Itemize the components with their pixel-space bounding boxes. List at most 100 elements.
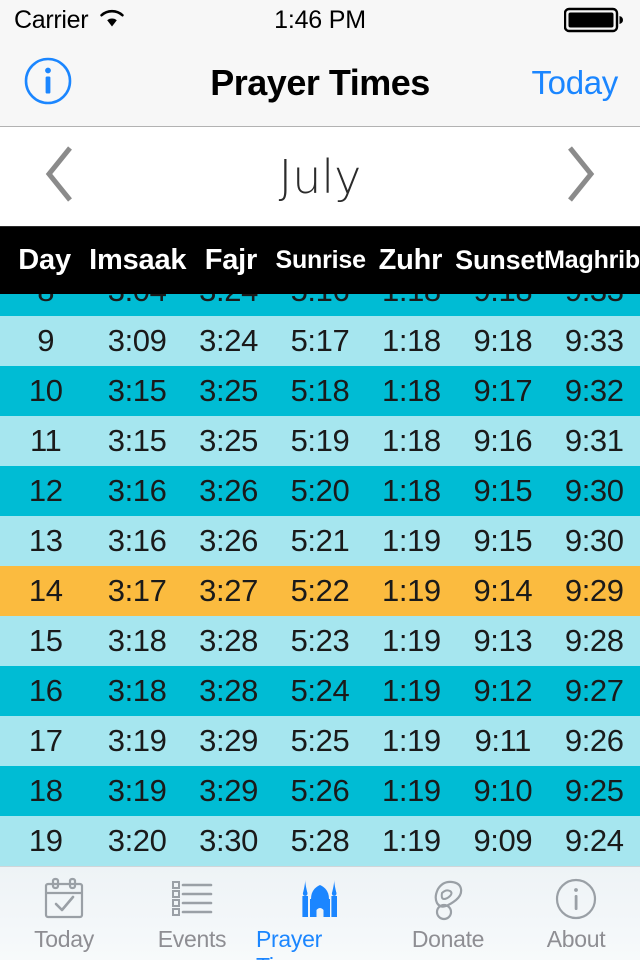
cell-zuhr: 1:18: [366, 294, 457, 309]
table-row[interactable]: 11 3:15 3:25 5:19 1:18 9:16 9:31: [0, 416, 640, 466]
status-bar-time: 1:46 PM: [274, 5, 366, 34]
cell-fajr: 3:27: [199, 573, 258, 608]
cell-sunrise: 5:18: [290, 373, 350, 408]
cell-sunrise: 5:28: [290, 823, 350, 858]
column-header-sunrise: Sunrise: [275, 246, 367, 274]
cell-fajr: 3:24: [183, 294, 274, 309]
cell-fajr: 3:26: [199, 523, 258, 558]
cell-sunset: 9:15: [473, 473, 533, 508]
tab-bar: Today Events Prayer Times Donate: [0, 866, 640, 960]
status-bar: Carrier 1:46 PM: [0, 0, 640, 40]
calendar-check-icon: [40, 875, 88, 923]
cell-day: 19: [28, 823, 63, 858]
cell-sunset: 9:14: [473, 573, 533, 608]
cell-sunrise: 5:21: [290, 523, 350, 558]
prayer-times-table[interactable]: 83:043:245:161:189:189:3393:093:245:171:…: [0, 294, 640, 866]
table-row[interactable]: 16 3:18 3:28 5:24 1:19 9:12 9:27: [0, 666, 640, 716]
table-row[interactable]: 19 3:20 3:30 5:28 1:19 9:09 9:24: [0, 816, 640, 866]
cell-sunset: 9:18: [457, 294, 548, 309]
cell-sunset: 9:17: [473, 373, 533, 408]
table-row[interactable]: 17 3:19 3:29 5:25 1:19 9:11 9:26: [0, 716, 640, 766]
cell-fajr: 3:24: [199, 323, 258, 358]
cell-sunrise: 5:20: [290, 473, 350, 508]
next-month-button[interactable]: [560, 143, 600, 210]
cell-zuhr: 1:19: [382, 523, 441, 558]
column-header-day: Day: [18, 244, 71, 276]
column-header-fajr: Fajr: [204, 244, 258, 276]
cell-maghrib: 9:33: [549, 294, 640, 309]
cell-zuhr: 1:19: [382, 623, 441, 658]
table-row[interactable]: 12 3:16 3:26 5:20 1:18 9:15 9:30: [0, 466, 640, 516]
cell-sunset: 9:13: [473, 623, 533, 658]
cell-sunset: 9:12: [473, 673, 533, 708]
cell-maghrib: 9:30: [564, 473, 624, 508]
tab-donate[interactable]: Donate: [384, 875, 512, 953]
cell-day: 18: [28, 773, 63, 808]
table-row[interactable]: 18 3:19 3:29 5:26 1:19 9:10 9:25: [0, 766, 640, 816]
table-rows-container: 83:043:245:161:189:189:3393:093:245:171:…: [0, 294, 640, 866]
cell-day: 11: [30, 423, 62, 458]
table-row[interactable]: 14 3:17 3:27 5:22 1:19 9:14 9:29: [0, 566, 640, 616]
cell-maghrib: 9:27: [564, 673, 624, 708]
cell-imsaak: 3:20: [107, 823, 167, 858]
column-header-maghrib: Maghrib: [544, 246, 640, 274]
tab-events[interactable]: Events: [128, 875, 256, 953]
cell-zuhr: 1:18: [382, 323, 441, 358]
cell-imsaak: 3:18: [107, 673, 167, 708]
cell-sunrise: 5:16: [274, 294, 365, 309]
cell-sunset: 9:11: [474, 723, 532, 758]
battery-full-icon: [564, 7, 626, 33]
tab-prayer-times[interactable]: Prayer Times: [256, 875, 384, 960]
cell-zuhr: 1:18: [382, 423, 441, 458]
column-header-imsaak: Imsaak: [89, 244, 187, 276]
cell-imsaak: 3:16: [107, 523, 167, 558]
info-button[interactable]: [22, 55, 74, 112]
cell-fajr: 3:29: [199, 773, 258, 808]
hand-coin-icon: [424, 875, 472, 923]
cell-maghrib: 9:26: [564, 723, 624, 758]
cell-sunrise: 5:17: [290, 323, 350, 358]
app-root: Carrier 1:46 PM Prayer Times Today July …: [0, 0, 640, 960]
cell-sunrise: 5:22: [290, 573, 350, 608]
table-row[interactable]: 15 3:18 3:28 5:23 1:19 9:13 9:28: [0, 616, 640, 666]
table-row[interactable]: 13 3:16 3:26 5:21 1:19 9:15 9:30: [0, 516, 640, 566]
today-button[interactable]: Today: [531, 64, 618, 102]
info-circle-icon: [22, 55, 74, 112]
cell-imsaak: 3:19: [107, 773, 167, 808]
cell-imsaak: 3:19: [107, 723, 167, 758]
tab-label: About: [546, 926, 606, 952]
cell-imsaak: 3:09: [107, 323, 167, 358]
cell-sunset: 9:18: [473, 323, 533, 358]
cell-zuhr: 1:19: [382, 573, 441, 608]
cell-maghrib: 9:31: [564, 423, 624, 458]
previous-month-button[interactable]: [40, 143, 80, 210]
cell-day: 14: [28, 573, 63, 608]
cell-sunset: 9:15: [473, 523, 533, 558]
table-row[interactable]: 83:043:245:161:189:189:33: [0, 294, 640, 316]
chevron-left-icon: [40, 143, 80, 210]
cell-sunset: 9:10: [473, 773, 533, 808]
cell-sunrise: 5:26: [290, 773, 350, 808]
mosque-icon: [296, 875, 344, 923]
cell-sunset: 9:09: [473, 823, 533, 858]
cell-zuhr: 1:19: [382, 673, 441, 708]
cell-fajr: 3:30: [199, 823, 258, 858]
navigation-bar: Prayer Times Today: [0, 40, 640, 127]
cell-zuhr: 1:19: [382, 773, 441, 808]
table-row[interactable]: 10 3:15 3:25 5:18 1:18 9:17 9:32: [0, 366, 640, 416]
cell-imsaak: 3:17: [107, 573, 167, 608]
current-month-label: July: [278, 149, 362, 204]
table-row[interactable]: 9 3:09 3:24 5:17 1:18 9:18 9:33: [0, 316, 640, 366]
tab-label: Prayer Times: [256, 926, 322, 960]
cell-maghrib: 9:28: [564, 623, 624, 658]
tab-about[interactable]: About: [512, 875, 640, 953]
cell-maghrib: 9:25: [564, 773, 624, 808]
info-circle-icon: [552, 875, 600, 923]
tab-today[interactable]: Today: [0, 875, 128, 953]
tab-label: Today: [34, 926, 94, 952]
cell-sunrise: 5:24: [290, 673, 350, 708]
month-selector: July: [0, 127, 640, 227]
chevron-right-icon: [560, 143, 600, 210]
cell-imsaak: 3:04: [91, 294, 182, 309]
cell-imsaak: 3:16: [107, 473, 167, 508]
